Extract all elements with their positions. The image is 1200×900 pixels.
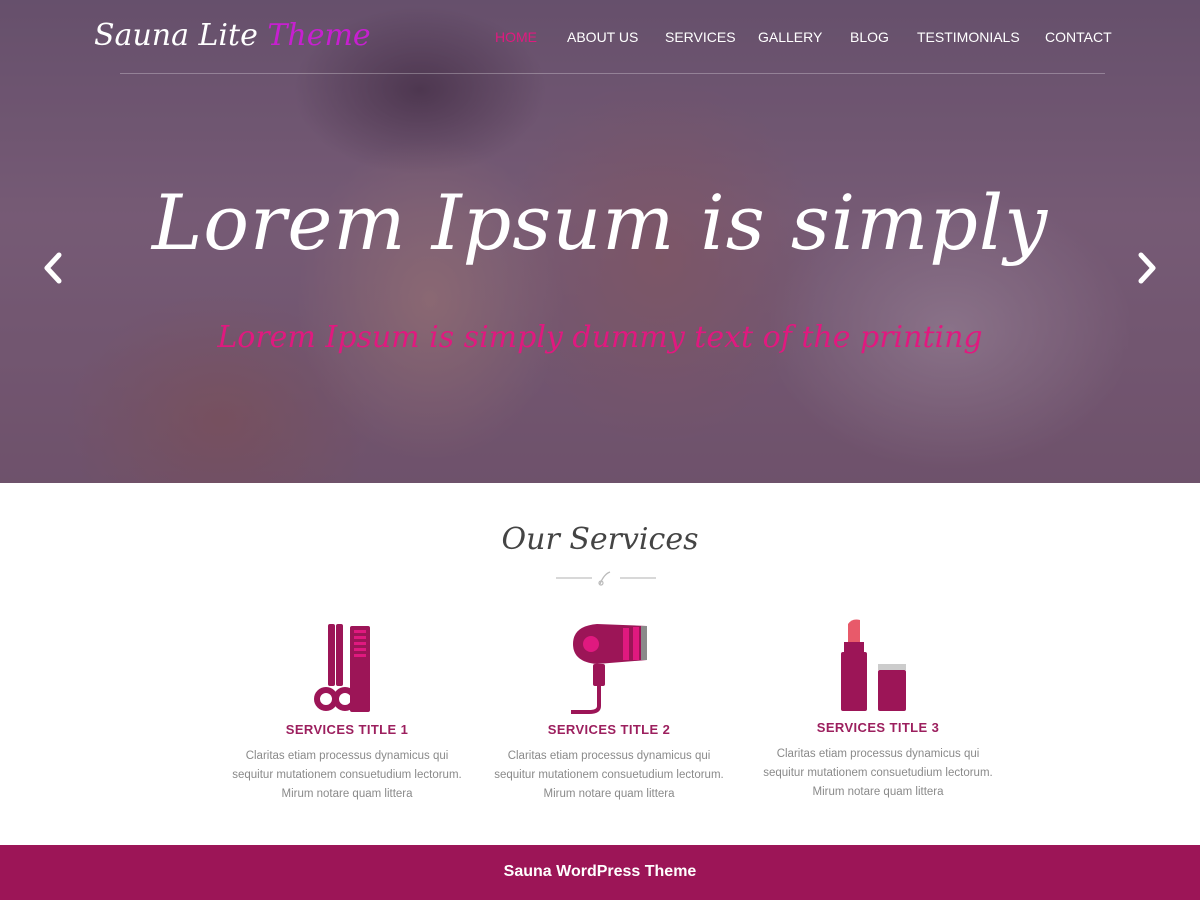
- hair-dryer-icon: [571, 624, 647, 714]
- service-title: SERVICES TITLE 2: [547, 722, 671, 737]
- nav-gallery[interactable]: GALLERY: [758, 29, 822, 45]
- hero-slider: Sauna Lite Theme HOME ABOUT US SERVICES …: [0, 0, 1200, 483]
- lipstick-icon: [841, 619, 906, 711]
- service-title: SERVICES TITLE 3: [816, 720, 940, 735]
- nav-blog[interactable]: BLOG: [850, 29, 889, 45]
- footer-text[interactable]: Sauna WordPress Theme: [0, 863, 1200, 881]
- service-card-2: SERVICES TITLE 2 Claritas etiam processu…: [489, 622, 729, 804]
- nav-about-us[interactable]: ABOUT US: [567, 29, 638, 45]
- service-description: Claritas etiam processus dynamicus qui s…: [763, 748, 993, 798]
- nav-home[interactable]: HOME: [495, 29, 537, 45]
- hero-subtitle: Lorem Ipsum is simply dummy text of the …: [217, 320, 983, 355]
- main-nav: HOME ABOUT US SERVICES GALLERY BLOG TEST…: [0, 29, 1200, 49]
- nav-contact[interactable]: CONTACT: [1045, 29, 1112, 45]
- service-description: Claritas etiam processus dynamicus qui s…: [232, 750, 462, 800]
- service-description: Claritas etiam processus dynamicus qui s…: [494, 750, 724, 800]
- service-title: SERVICES TITLE 1: [285, 722, 409, 737]
- nav-services[interactable]: SERVICES: [665, 29, 736, 45]
- hero-title: Lorem Ipsum is simply: [151, 178, 1049, 267]
- nav-divider: [120, 73, 1105, 74]
- scissors-divider-icon: [556, 571, 656, 586]
- service-card-3: SERVICES TITLE 3 Claritas etiam processu…: [758, 618, 998, 802]
- service-card-1: SERVICES TITLE 1 Claritas etiam processu…: [227, 622, 467, 804]
- footer: Sauna WordPress Theme: [0, 845, 1200, 900]
- services-heading: Our Services: [501, 522, 699, 557]
- comb-scissors-icon: [314, 624, 370, 712]
- nav-testimonials[interactable]: TESTIMONIALS: [917, 29, 1020, 45]
